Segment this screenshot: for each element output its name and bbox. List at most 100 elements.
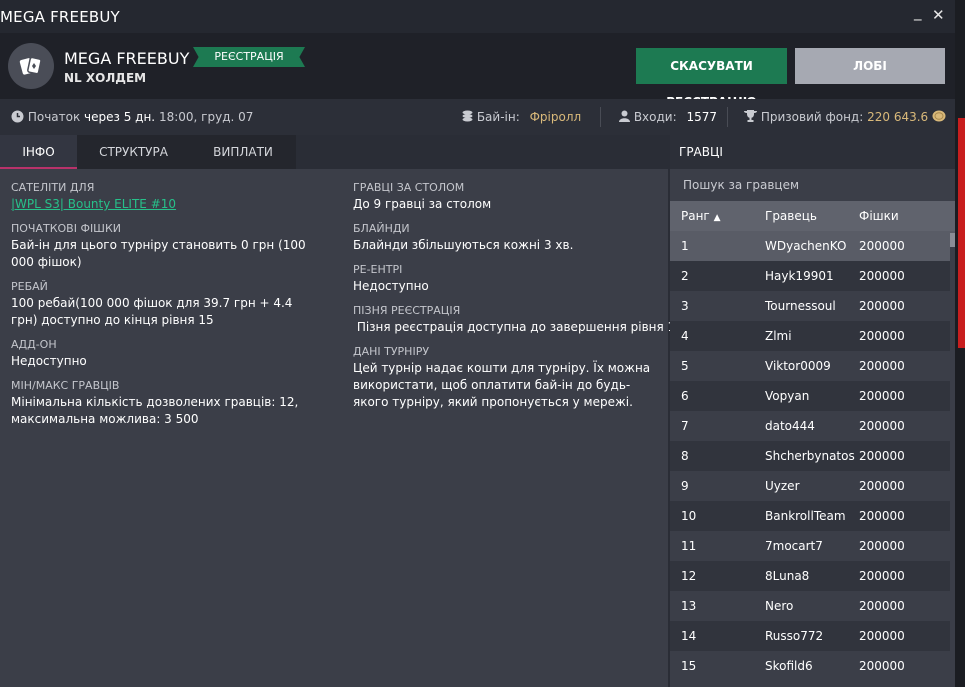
player-rank: 3 xyxy=(681,299,689,313)
player-name: Hayk19901 xyxy=(765,269,834,283)
player-chips: 200000 xyxy=(859,359,905,373)
player-row[interactable]: 10 BankrollTeam 200000 xyxy=(670,501,955,531)
player-name: dato444 xyxy=(765,419,815,433)
player-chips: 200000 xyxy=(859,389,905,403)
player-row[interactable]: 9 Uyzer 200000 xyxy=(670,471,955,501)
tournament-data-label: ДАНІ ТУРНІРУ xyxy=(353,345,430,358)
rank-column-header[interactable]: Ранг ▲ xyxy=(681,201,721,233)
player-rank: 1 xyxy=(681,239,689,253)
player-row[interactable]: 6 Vopyan 200000 xyxy=(670,381,955,411)
player-chips: 200000 xyxy=(859,659,905,673)
players-scrollbar[interactable] xyxy=(950,233,955,687)
player-chips: 200000 xyxy=(859,599,905,613)
clock-icon xyxy=(11,110,24,123)
player-chips: 200000 xyxy=(859,269,905,283)
player-chips: 200000 xyxy=(859,569,905,583)
start-info: Початок через 5 дн. 18:00, груд. 07 xyxy=(11,110,253,124)
tournament-data-value: Цей турнір надає кошти для турніру. Їх м… xyxy=(353,361,651,409)
tab-structure[interactable]: СТРУКТУРА xyxy=(77,135,190,169)
minimize-icon[interactable]: _ xyxy=(914,3,922,21)
player-rank: 4 xyxy=(681,329,689,343)
player-chips: 200000 xyxy=(859,299,905,313)
player-chips: 200000 xyxy=(859,479,905,493)
tournament-name: MEGA FREEBUY xyxy=(64,49,190,68)
tournament-infobar: Початок через 5 дн. 18:00, груд. 07 Бай-… xyxy=(0,99,955,135)
player-rank: 13 xyxy=(681,599,697,613)
rebuy-label: РЕБАЙ xyxy=(11,280,48,293)
window-titlebar: MEGA FREEBUY _ ✕ xyxy=(0,0,955,33)
player-row[interactable]: 13 Nero 200000 xyxy=(670,591,955,621)
player-column-header[interactable]: Гравець xyxy=(765,201,817,231)
players-scrollbar-thumb[interactable] xyxy=(950,233,955,247)
players-title: ГРАВЦІ xyxy=(670,135,955,169)
player-rank: 9 xyxy=(681,479,689,493)
player-row[interactable]: 15 Skofild6 200000 xyxy=(670,651,955,681)
reentry-label: РЕ-ЕНТРІ xyxy=(353,263,403,276)
player-name: BankrollTeam xyxy=(765,509,846,523)
background-window-accent xyxy=(958,118,965,348)
player-rank: 2 xyxy=(681,269,689,283)
lobby-button[interactable]: ЛОБІ xyxy=(795,48,945,84)
user-icon xyxy=(619,110,630,122)
satellite-link[interactable]: |WPL S3| Bounty ELITE #10 xyxy=(11,197,176,211)
player-row[interactable]: 5 Viktor0009 200000 xyxy=(670,351,955,381)
buyin-label: Бай-ін: xyxy=(476,110,520,124)
player-name: Russo772 xyxy=(765,629,824,643)
minmax-value: Мінімальна кількість дозволених гравців:… xyxy=(11,395,299,426)
tab-payouts[interactable]: ВИПЛАТИ xyxy=(190,135,296,169)
player-rank: 10 xyxy=(681,509,697,523)
player-search-input[interactable] xyxy=(670,169,955,201)
player-chips: 200000 xyxy=(859,329,905,343)
minmax-label: МІН/МАКС ГРАВЦІВ xyxy=(11,379,120,392)
entries-value: 1577 xyxy=(686,110,718,124)
info-column-left: САТЕЛІТИ ДЛЯ |WPL S3| Bounty ELITE #10 П… xyxy=(11,181,321,437)
player-row[interactable]: 3 Tournessoul 200000 xyxy=(670,291,955,321)
start-in: через 5 дн. xyxy=(84,110,156,124)
table-size-value: До 9 гравці за столом xyxy=(353,197,492,211)
late-reg-value: Пізня реєстрація доступна до завершення … xyxy=(353,320,683,334)
player-row[interactable]: 14 Russo772 200000 xyxy=(670,621,955,651)
player-rank: 6 xyxy=(681,389,689,403)
sort-asc-icon: ▲ xyxy=(713,213,721,223)
player-chips: 200000 xyxy=(859,239,905,253)
player-rank: 7 xyxy=(681,419,689,433)
entries-info: Входи: 1577 xyxy=(619,110,717,124)
tab-bar: ІНФО СТРУКТУРА ВИПЛАТИ xyxy=(0,135,668,169)
rebuy-value: 100 ребай(100 000 фішок для 39.7 грн + 4… xyxy=(11,296,293,327)
table-size-label: ГРАВЦІ ЗА СТОЛОМ xyxy=(353,181,465,194)
info-panel: САТЕЛІТИ ДЛЯ |WPL S3| Bounty ELITE #10 П… xyxy=(0,169,683,687)
trophy-icon xyxy=(744,110,757,122)
chips-column-header[interactable]: Фішки xyxy=(859,201,899,231)
player-rank: 14 xyxy=(681,629,697,643)
close-icon[interactable]: ✕ xyxy=(932,6,945,24)
start-time: 18:00, груд. 07 xyxy=(158,110,254,124)
player-name: Uyzer xyxy=(765,479,800,493)
player-row[interactable]: 7 dato444 200000 xyxy=(670,411,955,441)
reentry-value: Недоступно xyxy=(353,279,429,293)
player-name: WDyachenKO xyxy=(765,239,847,253)
unregister-button[interactable]: СКАСУВАТИ РЕЄСТРАЦІЮ xyxy=(636,48,787,109)
addon-label: АДД-ОН xyxy=(11,338,57,351)
prize-label: Призовий фонд: xyxy=(760,110,864,124)
player-row[interactable]: 2 Hayk19901 200000 xyxy=(670,261,955,291)
player-row[interactable]: 12 8Luna8 200000 xyxy=(670,561,955,591)
player-chips: 200000 xyxy=(859,629,905,643)
chips-stack-icon xyxy=(462,110,473,122)
players-table-header: Ранг ▲ Гравець Фішки xyxy=(670,201,955,231)
player-row[interactable]: 1 WDyachenKO 200000 xyxy=(670,231,955,261)
chips-label: ПОЧАТКОВІ ФІШКИ xyxy=(11,222,121,235)
game-type: NL ХОЛДЕМ xyxy=(64,71,147,85)
player-name: Skofild6 xyxy=(765,659,813,673)
player-name: 8Luna8 xyxy=(765,569,810,583)
prize-info: Призовий фонд: 220 643.6 xyxy=(744,110,946,124)
player-row[interactable]: 11 7mocart7 200000 xyxy=(670,531,955,561)
chips-value: Бай-ін для цього турніру становить 0 грн… xyxy=(11,238,306,269)
players-panel: ГРАВЦІ Ранг ▲ Гравець Фішки 1 WDyachenKO 2… xyxy=(670,135,955,687)
status-badge: РЕЄСТРАЦІЯ xyxy=(193,47,305,67)
window-title: MEGA FREEBUY xyxy=(0,8,120,26)
tab-info[interactable]: ІНФО xyxy=(0,135,77,169)
player-row[interactable]: 8 Shcherbynatos 200000 xyxy=(670,441,955,471)
player-row[interactable]: 4 Zlmi 200000 xyxy=(670,321,955,351)
player-name: Vopyan xyxy=(765,389,810,403)
coin-icon xyxy=(932,110,946,122)
